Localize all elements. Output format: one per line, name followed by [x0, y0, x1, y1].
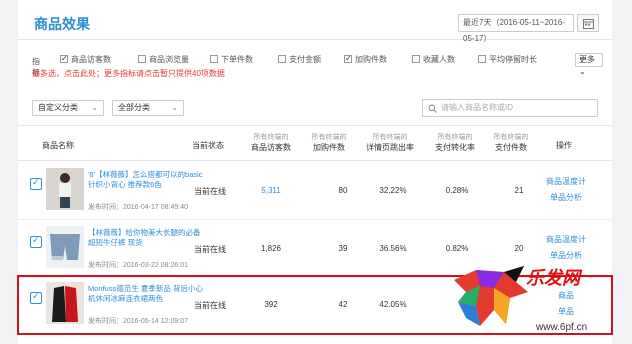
filter-hint: 最多选，点击此处；更多指标请点击暂只提供40项数据 [32, 69, 225, 78]
checkbox-icon[interactable] [478, 54, 486, 63]
metric-pageviews[interactable]: 商品浏览量 [138, 54, 189, 66]
pay-rate-cell: 0.28% [445, 186, 469, 195]
mobile-check-icon [30, 235, 42, 248]
checkbox-icon[interactable] [138, 54, 146, 63]
product-thumbnail[interactable] [46, 282, 84, 324]
pay-rate-cell: 0.82% [445, 244, 469, 253]
metric-label: 下单件数 [221, 55, 253, 64]
panel-header: 商品效果 最近7天（2016-05-11~2016-05-17） [18, 0, 612, 43]
checkbox-checked-icon[interactable] [60, 53, 68, 65]
col-bounce[interactable]: 所有终端的详情页跳出率 [362, 132, 418, 153]
col-label: 支付件数 [495, 143, 527, 152]
status-cell: 当前在线 [194, 301, 226, 310]
search-input[interactable]: 请输入商品名称或ID [422, 99, 598, 117]
publish-time: 发布时间：2016-03-22 08:26:01 [88, 262, 188, 269]
checkbox-icon[interactable] [278, 54, 286, 63]
watermark-logo: 乐发网 www.6pf.cn [446, 258, 632, 344]
search-placeholder: 请输入商品名称或ID [441, 103, 513, 112]
checkbox-checked-icon[interactable] [344, 53, 352, 65]
category-select[interactable]: 自定义分类 ⌄ [32, 100, 104, 116]
checkbox-icon[interactable] [412, 54, 420, 63]
table-header: 商品名称 当前状态 所有终端的商品访客数 所有终端的加购件数 所有终端的详情页跳… [18, 125, 612, 161]
col-sub-label: 所有终端的 [437, 134, 473, 141]
bounce-cell: 36.56% [379, 244, 407, 253]
checkbox-icon[interactable] [210, 54, 218, 63]
cart-cell: 39 [338, 244, 348, 253]
col-visitors[interactable]: 所有终端的商品访客数 [246, 132, 296, 153]
table-row: '8'【林薇薇】怎么搭都可以的basic针织小背心 推荐款6色 发布时间：201… [18, 162, 612, 220]
metric-label: 支付金额 [289, 55, 321, 64]
product-thumbnail[interactable] [46, 168, 84, 210]
col-sub-label: 所有终端的 [493, 134, 529, 141]
visitors-cell: 392 [264, 300, 278, 309]
temperature-link[interactable]: 商品温度计 [536, 234, 596, 245]
metric-cart-count[interactable]: 加购件数 [344, 53, 387, 66]
category-select-value: 自定义分类 [38, 103, 78, 112]
chevron-down-icon: ⌄ [91, 103, 98, 112]
col-sub-label: 所有终端的 [253, 134, 289, 141]
col-action: 操作 [556, 141, 572, 150]
metric-label: 加购件数 [355, 55, 387, 64]
search-icon [428, 104, 437, 113]
status-cell: 当前在线 [194, 187, 226, 196]
watermark-text: 乐发网 [526, 268, 580, 288]
visitors-cell: 1,826 [260, 244, 282, 253]
cart-cell: 80 [338, 186, 348, 195]
col-label: 详情页跳出率 [366, 143, 414, 152]
metric-label: 商品访客数 [71, 55, 111, 64]
metric-pay-amount[interactable]: 支付金额 [278, 54, 321, 66]
watermark-url: www.6pf.cn [536, 322, 588, 333]
publish-time: 发布时间：2016-05-14 12:09:07 [88, 318, 188, 325]
bounce-cell: 32.22% [379, 186, 407, 195]
col-status: 当前状态 [192, 141, 224, 150]
page-title: 商品效果 [34, 16, 90, 32]
mobile-check-icon [30, 291, 42, 304]
metric-visitors[interactable]: 商品访客数 [60, 53, 111, 66]
col-sub-label: 所有终端的 [372, 134, 408, 141]
type-select[interactable]: 全部分类 ⌄ [112, 100, 184, 116]
metric-order-count[interactable]: 下单件数 [210, 54, 253, 66]
metric-label: 收藏人数 [423, 55, 455, 64]
bull-logo-icon [454, 266, 528, 326]
mobile-check-icon [30, 177, 42, 190]
col-label: 商品访客数 [251, 143, 291, 152]
status-cell: 当前在线 [194, 245, 226, 254]
col-label: 支付转化率 [435, 143, 475, 152]
type-select-value: 全部分类 [118, 103, 150, 112]
calendar-icon [583, 19, 594, 29]
metric-label: 商品浏览量 [149, 55, 189, 64]
visitors-cell: 5,311 [261, 186, 281, 195]
metric-label: 平均停留时长 [489, 55, 537, 64]
col-pay-count[interactable]: 所有终端的 支付件数 [486, 132, 536, 153]
chevron-down-icon: ⌄ [579, 67, 586, 76]
chevron-down-icon: ⌄ [171, 103, 178, 112]
col-pay-rate[interactable]: 所有终端的支付转化率 [428, 132, 482, 153]
more-label: 更多 [579, 55, 595, 64]
analysis-link[interactable]: 单品分析 [536, 192, 596, 203]
product-thumbnail[interactable] [46, 226, 84, 268]
cart-cell: 42 [338, 300, 348, 309]
col-label: 加购件数 [313, 143, 345, 152]
metric-avg-stay[interactable]: 平均停留时长 [478, 54, 537, 66]
col-name: 商品名称 [42, 141, 74, 150]
metric-favorites[interactable]: 收藏人数 [412, 54, 455, 66]
col-sub-label: 所有终端的 [311, 134, 347, 141]
date-range-picker[interactable]: 最近7天（2016-05-11~2016-05-17） [458, 14, 574, 43]
calendar-button[interactable] [577, 14, 599, 32]
col-cart[interactable]: 所有终端的 加购件数 [304, 132, 354, 153]
publish-time: 发布时间：2016-04-17 08:49:40 [88, 204, 188, 211]
bounce-cell: 42.05% [379, 300, 407, 309]
more-dropdown[interactable]: 更多 ⌄ [575, 53, 603, 76]
temperature-link[interactable]: 商品温度计 [536, 176, 596, 187]
